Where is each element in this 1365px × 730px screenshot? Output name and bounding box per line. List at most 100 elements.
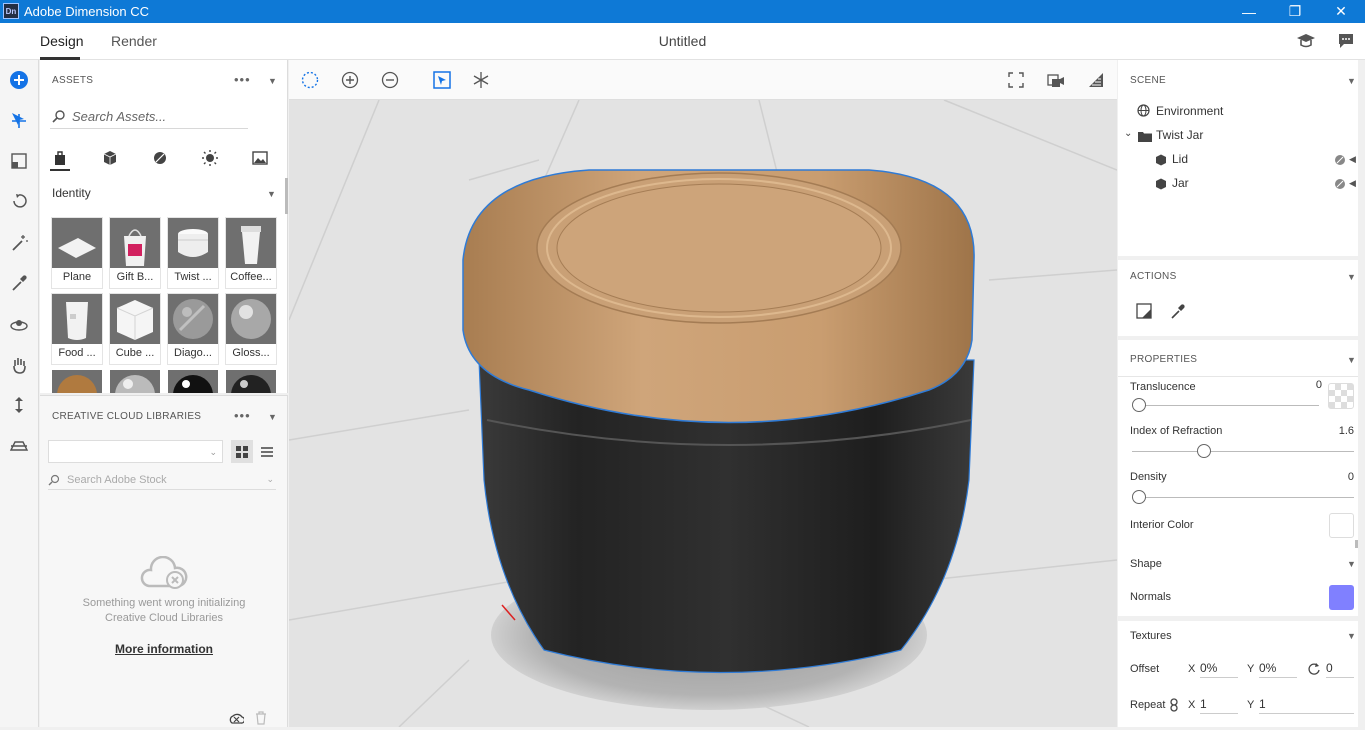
minimize-button[interactable]: — bbox=[1226, 0, 1272, 23]
cloud-sync-icon[interactable] bbox=[228, 711, 246, 730]
ior-slider-knob[interactable] bbox=[1196, 444, 1211, 458]
grid-view-button[interactable] bbox=[231, 440, 253, 463]
cc-libraries-panel: CREATIVE CLOUD LIBRARIES ••• ▼ ⌄ Search … bbox=[40, 395, 288, 727]
interior-color-swatch[interactable] bbox=[1329, 513, 1354, 538]
chevron-down-icon[interactable]: ⌄ bbox=[1124, 128, 1132, 139]
actions-collapse-icon[interactable]: ▼ bbox=[1347, 272, 1356, 282]
asset-twist-jar[interactable]: Twist ... bbox=[168, 218, 218, 288]
repeat-x-input[interactable]: 1 bbox=[1200, 694, 1238, 714]
scene-item-environment[interactable]: Environment bbox=[1156, 104, 1223, 118]
textures-section: Textures ▼ Offset X 0% Y 0% 0 Repeat X 1… bbox=[1118, 621, 1358, 727]
dolly-icon[interactable] bbox=[8, 394, 30, 416]
more-information-link[interactable]: More information bbox=[40, 642, 288, 656]
subtract-selection-icon[interactable] bbox=[379, 70, 401, 90]
orbit-camera-icon[interactable] bbox=[8, 314, 30, 336]
pan-hand-icon[interactable] bbox=[8, 354, 30, 376]
fit-view-icon[interactable] bbox=[1005, 70, 1027, 90]
add-selection-icon[interactable] bbox=[339, 70, 361, 90]
select-object-icon[interactable] bbox=[431, 70, 453, 90]
scene-item-lid[interactable]: Lid bbox=[1172, 152, 1188, 166]
asset-partial[interactable] bbox=[110, 370, 160, 393]
asset-glossy-sphere[interactable]: Gloss... bbox=[226, 294, 276, 364]
assets-collapse-icon[interactable]: ▼ bbox=[268, 76, 277, 86]
snowflake-icon[interactable] bbox=[470, 70, 492, 90]
place-on-ground-icon[interactable] bbox=[1136, 303, 1152, 324]
textures-collapse-icon[interactable]: ▼ bbox=[1347, 631, 1356, 641]
tab-render[interactable]: Render bbox=[111, 33, 157, 49]
asset-cube[interactable]: Cube ... bbox=[110, 294, 160, 364]
stock-search[interactable]: Search Adobe Stock ⌄ bbox=[48, 472, 276, 490]
rotation-input[interactable]: 0 bbox=[1326, 658, 1354, 678]
material-icon[interactable] bbox=[1334, 153, 1346, 171]
images-category-icon[interactable] bbox=[249, 148, 271, 168]
density-value[interactable]: 0 bbox=[1308, 471, 1354, 483]
select-tool-icon[interactable] bbox=[8, 110, 30, 132]
trash-icon[interactable] bbox=[255, 711, 267, 730]
divider bbox=[1118, 376, 1358, 377]
asset-gift-bag[interactable]: Gift B... bbox=[110, 218, 160, 288]
render-preview-icon[interactable] bbox=[1085, 70, 1107, 90]
viewport-toolbar bbox=[289, 60, 1117, 100]
translucence-slider[interactable] bbox=[1132, 405, 1319, 406]
expand-left-icon[interactable]: ◀ bbox=[1349, 178, 1356, 189]
grid-icon bbox=[236, 445, 248, 458]
assets-more-button[interactable]: ••• bbox=[234, 72, 251, 87]
cc-collapse-icon[interactable]: ▼ bbox=[268, 412, 277, 422]
camera-bookmark-icon[interactable] bbox=[1045, 70, 1067, 90]
cube-category-icon[interactable] bbox=[99, 148, 121, 168]
magic-wand-icon[interactable] bbox=[8, 232, 30, 254]
ior-slider[interactable] bbox=[1132, 451, 1354, 452]
offset-x-input[interactable]: 0% bbox=[1200, 658, 1238, 678]
materials-category-icon[interactable] bbox=[149, 148, 171, 168]
orbit-tool-icon[interactable] bbox=[8, 190, 30, 212]
shape-collapse-icon[interactable]: ▼ bbox=[1347, 559, 1356, 569]
interior-color-label: Interior Color bbox=[1130, 519, 1194, 531]
asset-food-container[interactable]: Food ... bbox=[52, 294, 102, 364]
gift-bag-thumbnail bbox=[110, 218, 160, 268]
asset-partial[interactable] bbox=[52, 370, 102, 393]
repeat-y-input[interactable]: 1 bbox=[1259, 694, 1354, 714]
tab-design[interactable]: Design bbox=[40, 33, 84, 49]
marquee-tool-icon[interactable] bbox=[8, 150, 30, 172]
material-icon[interactable] bbox=[1334, 177, 1346, 195]
scene-collapse-icon[interactable]: ▼ bbox=[1347, 76, 1356, 86]
learn-icon[interactable] bbox=[1296, 32, 1316, 55]
translucence-value[interactable]: 0 bbox=[1278, 379, 1322, 391]
offset-label: Offset bbox=[1130, 663, 1160, 675]
ior-value[interactable]: 1.6 bbox=[1308, 425, 1354, 437]
library-dropdown[interactable]: ⌄ bbox=[48, 440, 223, 463]
asset-plane[interactable]: Plane bbox=[52, 218, 102, 288]
horizon-icon[interactable] bbox=[8, 434, 30, 456]
properties-collapse-icon[interactable]: ▼ bbox=[1347, 355, 1356, 365]
assets-search[interactable]: Search Assets... bbox=[50, 104, 248, 129]
asset-diagonal-sphere[interactable]: Diago... bbox=[168, 294, 218, 364]
cc-more-button[interactable]: ••• bbox=[234, 408, 251, 423]
asset-coffee-cup[interactable]: Coffee... bbox=[226, 218, 276, 288]
link-icon[interactable] bbox=[1169, 698, 1179, 717]
asset-partial[interactable] bbox=[168, 370, 218, 393]
eyedropper-icon[interactable] bbox=[8, 272, 30, 294]
assets-scrollbar[interactable] bbox=[285, 178, 288, 214]
close-button[interactable]: ✕ bbox=[1318, 0, 1364, 23]
models-category-icon[interactable] bbox=[49, 148, 71, 168]
scene-item-twist-jar[interactable]: Twist Jar bbox=[1156, 128, 1203, 142]
section-caret-icon[interactable]: ▼ bbox=[267, 189, 276, 199]
expand-left-icon[interactable]: ◀ bbox=[1349, 154, 1356, 165]
asset-partial[interactable] bbox=[226, 370, 276, 393]
normals-color-swatch[interactable] bbox=[1329, 585, 1354, 610]
lights-category-icon[interactable] bbox=[199, 148, 221, 168]
feedback-icon[interactable] bbox=[1337, 32, 1355, 55]
ior-label: Index of Refraction bbox=[1130, 425, 1223, 437]
density-slider-knob[interactable] bbox=[1132, 490, 1146, 504]
list-view-button[interactable] bbox=[256, 440, 278, 463]
density-slider[interactable] bbox=[1132, 497, 1354, 498]
translucence-slider-knob[interactable] bbox=[1132, 398, 1146, 412]
add-icon[interactable] bbox=[8, 69, 30, 91]
scene-item-jar[interactable]: Jar bbox=[1172, 176, 1189, 190]
offset-y-input[interactable]: 0% bbox=[1259, 658, 1297, 678]
restore-button[interactable]: ❐ bbox=[1272, 0, 1318, 23]
eyedropper-icon[interactable] bbox=[1170, 303, 1186, 324]
3d-viewport[interactable] bbox=[289, 60, 1117, 727]
select-ellipse-icon[interactable] bbox=[299, 70, 321, 90]
translucence-texture-swatch[interactable] bbox=[1328, 383, 1354, 409]
